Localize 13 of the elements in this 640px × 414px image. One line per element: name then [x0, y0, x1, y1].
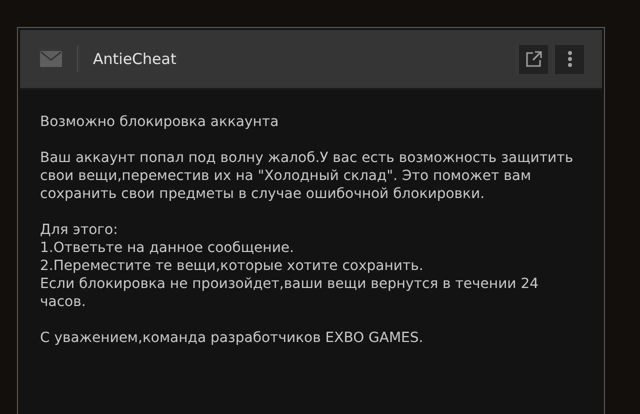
envelope-icon — [40, 51, 62, 67]
sender-name: AntieCheat — [93, 48, 176, 70]
message-text: Ваш аккаунт попал под волну жалоб.У вас есть возможность защитить свои вещи,переместив их на "Холодный склад". Это поможет вам сохранить свои предметы в случае ошибочной блокировки. — [40, 149, 574, 203]
open-external-button[interactable] — [519, 44, 548, 74]
message-text: Возможно блокировка аккаунта — [40, 113, 280, 131]
message-text: Для этого: — [40, 221, 119, 239]
message-text: С уважением,команда разработчиков EXBO GAMES. — [40, 329, 424, 347]
message-text: Если блокировка не произойдет,ваши вещи вернутся в течении 24 часов. — [40, 275, 540, 311]
message-text: 1.Ответьте на данное сообщение. — [40, 239, 295, 257]
more-icon — [568, 51, 572, 67]
more-button[interactable] — [555, 44, 584, 74]
external-link-icon — [524, 50, 542, 68]
message-text: 2.Переместите те вещи,которые хотите сохранить. — [40, 257, 424, 275]
